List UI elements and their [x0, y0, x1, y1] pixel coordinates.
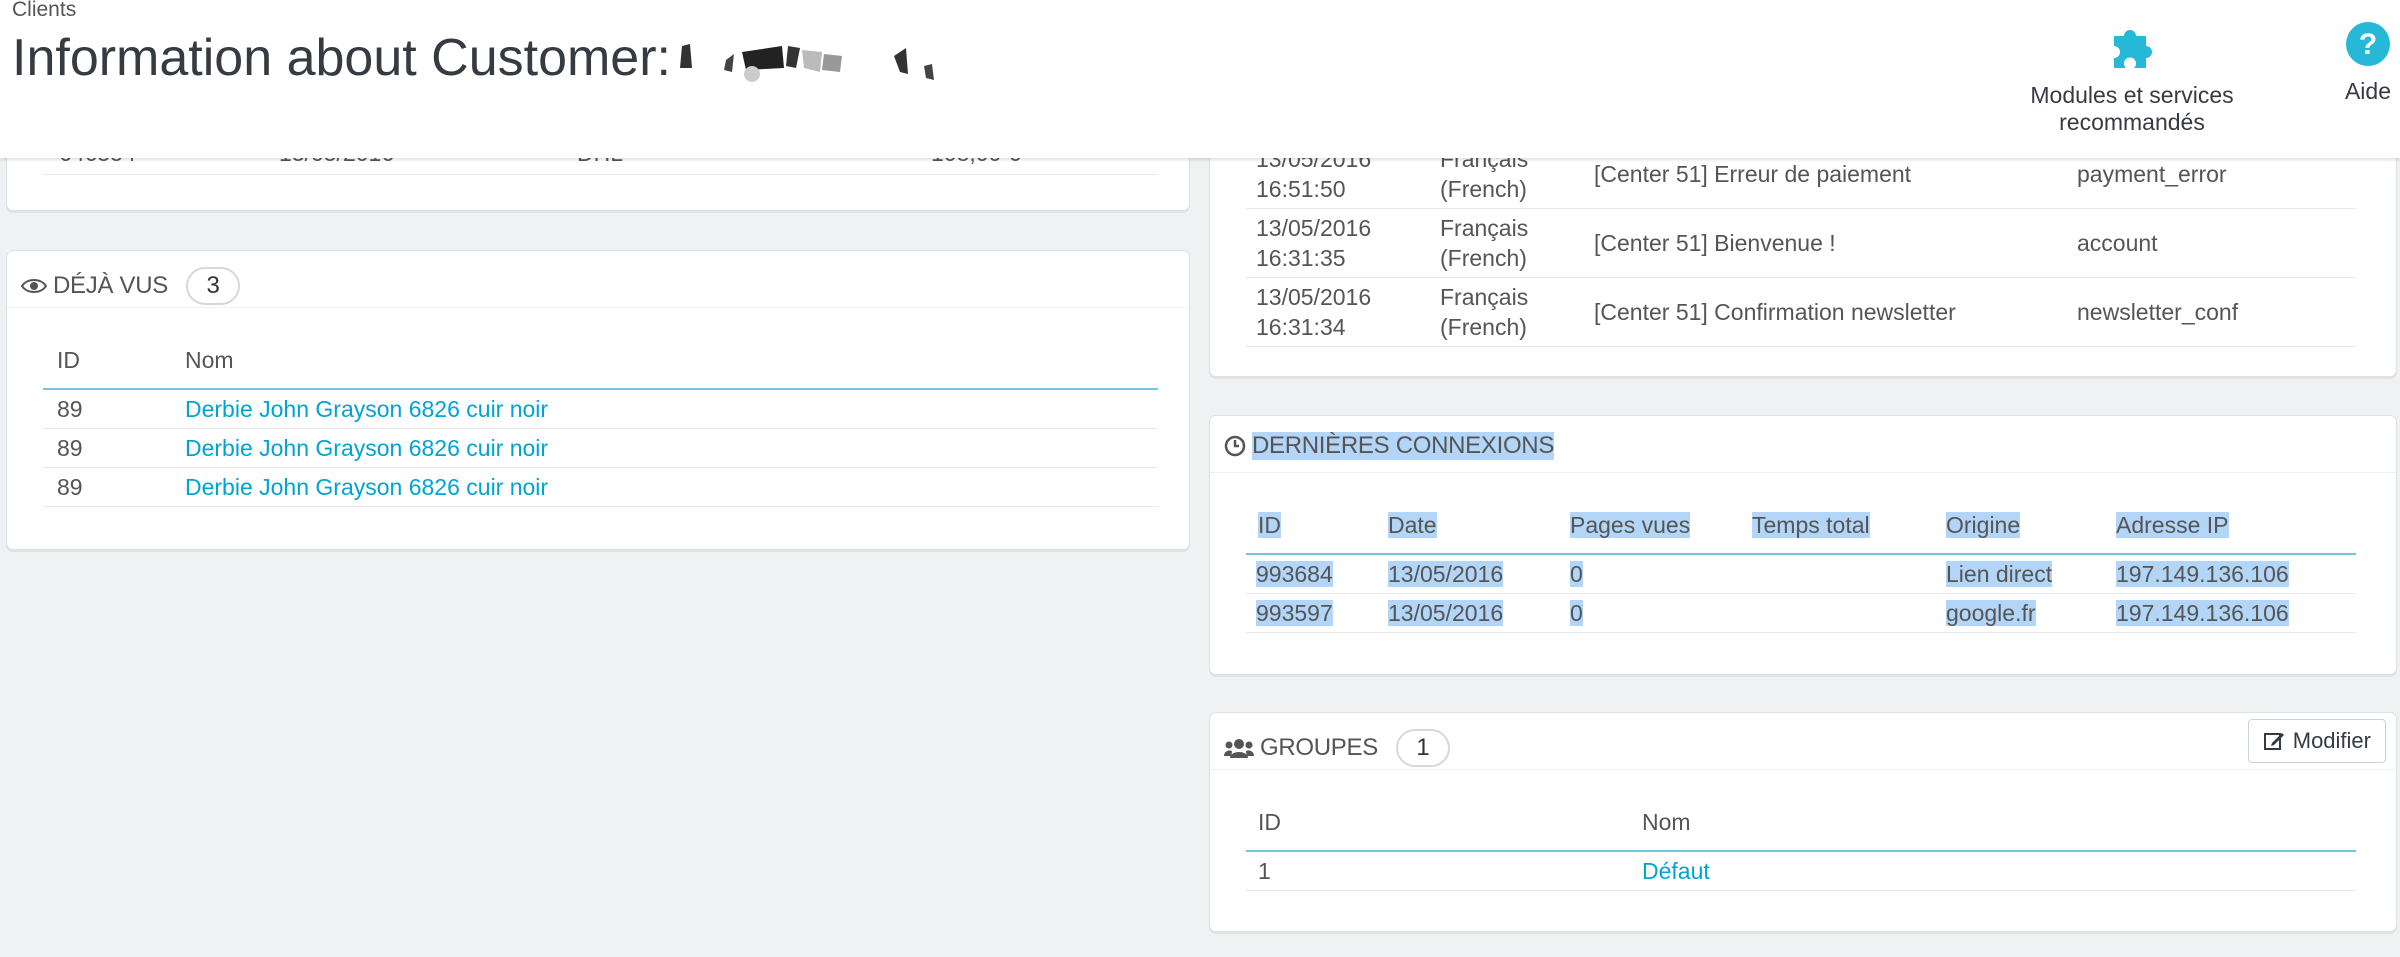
column-header: Adresse IP	[2116, 512, 2229, 538]
clock-icon	[1224, 435, 1246, 457]
panel-title: DÉJÀ VUS	[53, 272, 168, 299]
connection-origin: google.fr	[1946, 599, 2036, 626]
email-date: 13/05/2016	[1256, 215, 1372, 241]
edit-icon	[2263, 733, 2284, 750]
table-row: 89 Derbie John Grayson 6826 cuir noir	[43, 467, 1158, 507]
column-header: Nom	[185, 347, 1158, 390]
column-header: ID	[1258, 512, 1281, 538]
page-header: Clients Information about Customer: Modu…	[0, 0, 2400, 158]
modify-label: Modifier	[2292, 728, 2371, 753]
connections-table: ID Date Pages vues Temps total Origine A…	[1246, 512, 2356, 633]
redacted-customer-name	[680, 44, 934, 82]
email-template: account	[2077, 208, 2356, 278]
panel-heading: DÉJÀ VUS 3	[7, 251, 1189, 308]
email-time: 16:31:34	[1256, 314, 1346, 340]
help-label: Aide	[2344, 78, 2392, 104]
groups-panel: GROUPES 1 Modifier ID Nom 1 Défaut	[1209, 712, 2397, 932]
product-link[interactable]: Derbie John Grayson 6826 cuir noir	[185, 435, 548, 461]
email-language-en: (French)	[1440, 314, 1527, 340]
product-link[interactable]: Derbie John Grayson 6826 cuir noir	[185, 396, 548, 422]
connection-date: 13/05/2016	[1388, 560, 1504, 587]
groups-table: ID Nom 1 Défaut	[1246, 809, 2356, 891]
column-header: Temps total	[1752, 512, 1870, 538]
table-row: 1 Défaut	[1246, 851, 2356, 891]
product-link[interactable]: Derbie John Grayson 6826 cuir noir	[185, 474, 548, 500]
help-icon: ?	[2346, 22, 2390, 66]
table-row: 993684 13/05/2016 0 Lien direct 197.149.…	[1246, 554, 2356, 594]
puzzle-icon	[2114, 30, 2152, 68]
panel-title: GROUPES	[1260, 734, 1378, 761]
email-language-en: (French)	[1440, 176, 1527, 202]
modules-label: Modules et services recommandés	[2030, 82, 2234, 135]
product-id: 89	[43, 428, 185, 468]
modify-button[interactable]: Modifier	[2247, 719, 2386, 763]
connection-date: 13/05/2016	[1388, 599, 1504, 626]
table-row: 993597 13/05/2016 0 google.fr 197.149.13…	[1246, 593, 2356, 633]
column-header: ID	[1246, 809, 1642, 852]
count-badge: 3	[185, 267, 240, 305]
email-date: 13/05/2016	[1256, 284, 1372, 310]
email-time: 16:31:35	[1256, 245, 1346, 271]
product-id: 89	[43, 467, 185, 507]
panel-heading: GROUPES 1 Modifier	[1210, 713, 2396, 770]
column-header: Origine	[1946, 512, 2021, 538]
column-header: ID	[43, 347, 185, 390]
column-header: Pages vues	[1570, 512, 1691, 538]
email-subject: [Center 51] Confirmation newsletter	[1594, 277, 2077, 347]
eye-icon	[21, 279, 47, 293]
svg-text:?: ?	[2359, 28, 2377, 61]
count-badge: 1	[1395, 729, 1450, 767]
table-row: 89 Derbie John Grayson 6826 cuir noir	[43, 389, 1158, 429]
panel-heading: DERNIÈRES CONNEXIONS	[1210, 416, 2396, 473]
email-template: newsletter_conf	[2077, 277, 2356, 347]
table-row: 13/05/2016 16:31:34 Français (French) [Cen…	[1246, 277, 2356, 347]
column-header: Nom	[1642, 809, 2356, 852]
group-id: 1	[1246, 851, 1642, 891]
table-row: 89 Derbie John Grayson 6826 cuir noir	[43, 428, 1158, 468]
viewed-products-panel: DÉJÀ VUS 3 ID Nom 89 Derbie John Grayson…	[6, 250, 1190, 550]
connection-id: 993597	[1256, 599, 1333, 626]
users-icon	[1224, 739, 1254, 758]
column-header: Date	[1388, 512, 1437, 538]
connection-origin: Lien direct	[1946, 560, 2053, 587]
panel-title: DERNIÈRES CONNEXIONS	[1252, 432, 1555, 460]
connection-pages: 0	[1570, 599, 1583, 626]
connection-id: 993684	[1256, 560, 1333, 587]
email-subject: [Center 51] Bienvenue !	[1594, 208, 2077, 278]
product-id: 89	[43, 389, 185, 429]
email-language: Français	[1440, 284, 1529, 310]
email-time: 16:51:50	[1256, 176, 1346, 202]
last-connections-panel: DERNIÈRES CONNEXIONS ID Date Pages vues …	[1209, 415, 2397, 675]
page-title: Information about Customer:	[12, 29, 671, 87]
email-language-en: (French)	[1440, 245, 1527, 271]
group-link[interactable]: Défaut	[1642, 858, 1710, 884]
connection-ip: 197.149.136.106	[2116, 560, 2289, 587]
connection-pages: 0	[1570, 560, 1583, 587]
emails-table: 13/05/2016 16:51:50 Français (French) [Cen…	[1246, 140, 2356, 347]
breadcrumb[interactable]: Clients	[12, 0, 76, 22]
email-language: Français	[1440, 215, 1529, 241]
help-button[interactable]: ? Aide	[2336, 20, 2400, 105]
viewed-products-table: ID Nom 89 Derbie John Grayson 6826 cuir …	[43, 347, 1158, 507]
recommended-modules-button[interactable]: Modules et services recommandés	[1962, 20, 2302, 136]
table-row: 13/05/2016 16:31:35 Français (French) [Cen…	[1246, 208, 2356, 278]
connection-ip: 197.149.136.106	[2116, 599, 2289, 626]
